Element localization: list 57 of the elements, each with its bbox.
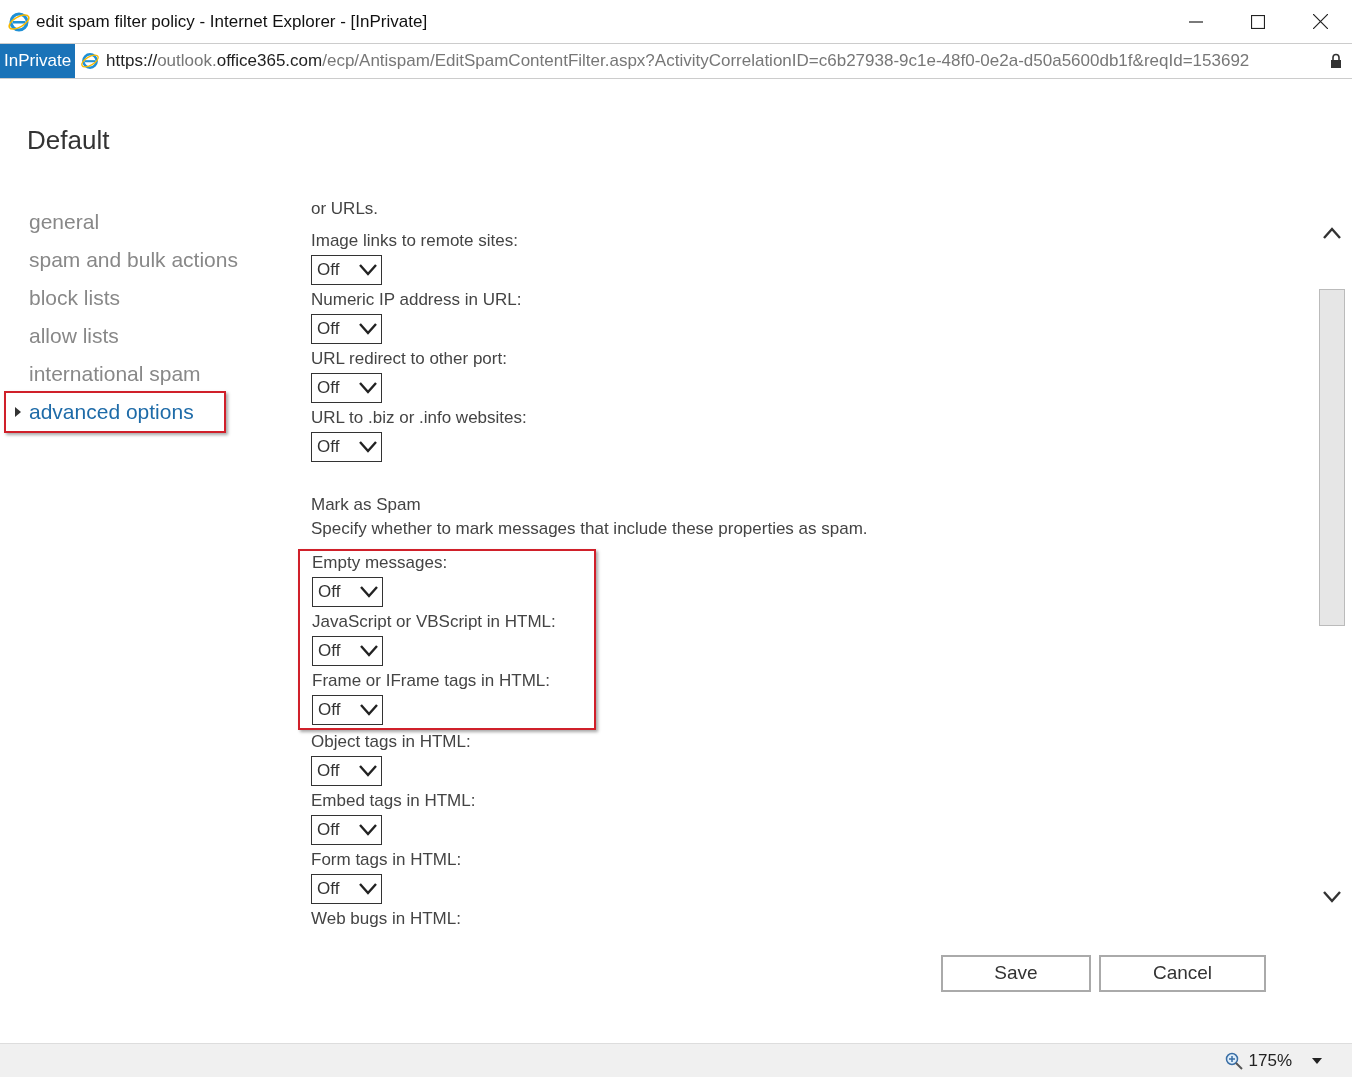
nav-item[interactable]: general	[29, 206, 100, 238]
dialog-button[interactable]: Save	[941, 955, 1091, 992]
chevron-down-icon	[359, 382, 377, 394]
setting-label: Empty messages:	[312, 552, 449, 574]
maximize-icon[interactable]	[1251, 14, 1265, 29]
caret-right-icon	[14, 407, 21, 417]
dialog-button[interactable]: Cancel	[1099, 955, 1266, 992]
inprivate-badge: InPrivate	[0, 44, 76, 78]
setting-label: Numeric IP address in URL:	[311, 289, 523, 311]
setting-label: Embed tags in HTML:	[311, 790, 477, 812]
chevron-down-icon	[359, 824, 377, 836]
section-description: or URLs.	[311, 198, 380, 220]
chevron-up-icon[interactable]	[1323, 227, 1341, 239]
setting-dropdown[interactable]: Off	[311, 432, 382, 462]
chevron-down-icon[interactable]	[1323, 891, 1341, 903]
setting-dropdown[interactable]: Off	[312, 695, 383, 725]
setting-dropdown[interactable]: Off	[312, 636, 383, 666]
setting-dropdown[interactable]: Off	[311, 815, 382, 845]
browser-logo-icon	[80, 51, 101, 71]
setting-label: Web bugs in HTML:	[311, 908, 462, 930]
section-heading: Mark as Spam	[311, 494, 422, 516]
zoom-level[interactable]: 175%	[1248, 1047, 1292, 1074]
setting-label: Object tags in HTML:	[311, 731, 472, 753]
page-title: Default	[27, 125, 110, 155]
setting-dropdown[interactable]: Off	[311, 255, 382, 285]
chevron-down-icon	[360, 645, 378, 657]
nav-item[interactable]: allow lists	[29, 320, 119, 352]
nav-item[interactable]: spam and bulk actions	[29, 244, 238, 276]
chevron-down-icon	[359, 441, 377, 453]
close-icon[interactable]	[1313, 14, 1328, 29]
setting-label: Form tags in HTML:	[311, 849, 463, 871]
chevron-down-icon	[359, 765, 377, 777]
chevron-down-icon	[360, 704, 378, 716]
setting-label: Frame or IFrame tags in HTML:	[312, 670, 552, 692]
nav-item[interactable]: advanced options	[29, 396, 194, 428]
chevron-down-icon	[359, 264, 377, 276]
setting-dropdown[interactable]: Off	[311, 314, 382, 344]
zoom-icon[interactable]	[1224, 1051, 1243, 1070]
lock-icon	[1330, 53, 1343, 69]
nav-item[interactable]: international spam	[29, 358, 201, 390]
caret-down-icon[interactable]	[1312, 1057, 1322, 1064]
setting-label: URL to .biz or .info websites:	[311, 407, 528, 429]
scrollbar-thumb[interactable]	[1319, 289, 1345, 626]
setting-dropdown[interactable]: Off	[311, 756, 382, 786]
setting-label: URL redirect to other port:	[311, 348, 508, 370]
setting-dropdown[interactable]: Off	[311, 373, 382, 403]
nav-item[interactable]: block lists	[29, 282, 121, 314]
setting-label: Image links to remote sites:	[311, 230, 519, 252]
section-description: Specify whether to mark messages that include these properties as spam.	[311, 518, 869, 540]
setting-dropdown[interactable]: Off	[312, 577, 383, 607]
chevron-down-icon	[359, 323, 377, 335]
chevron-down-icon	[359, 883, 377, 895]
window-title: edit spam filter policy - Internet Explorer - [InPrivate]	[36, 10, 428, 33]
setting-label: JavaScript or VBScript in HTML:	[312, 611, 557, 633]
url-text[interactable]: https://outlook.office365.com/ecp/Antispam/EditSpamContentFilter.aspx?ActivityCorrelationID=c6b27938-9c1e-48f0-0e2a-d50a5600db1f&reqId=153692	[106, 48, 1327, 74]
setting-dropdown[interactable]: Off	[311, 874, 382, 904]
chevron-down-icon	[360, 586, 378, 598]
